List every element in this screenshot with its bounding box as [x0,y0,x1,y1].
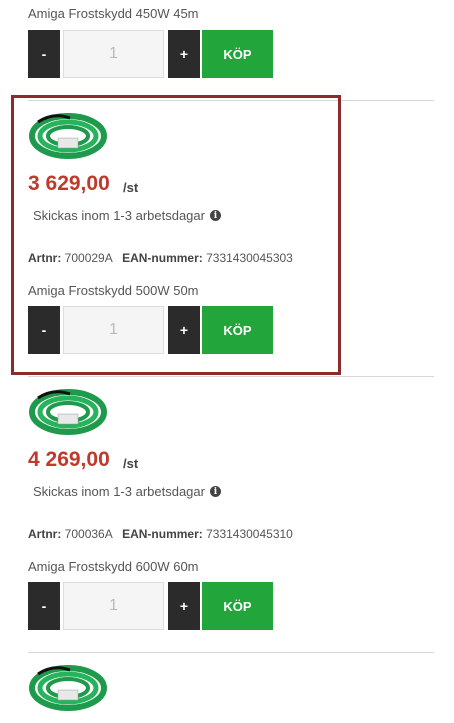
artnr-value: 700029A [64,251,113,265]
ean-value: 7331430045310 [206,527,293,541]
quantity-control: - 1 + KÖP [28,30,273,78]
increase-button[interactable]: + [168,306,200,354]
decrease-button[interactable]: - [28,306,60,354]
info-icon[interactable]: i [209,210,221,221]
ean-value: 7331430045303 [206,251,293,265]
product-price: 3 629,00 [28,172,110,195]
quantity-control: - 1 + KÖP [28,306,273,354]
decrease-button[interactable]: - [28,582,60,630]
shipping-info: Skickas inom 1-3 arbetsdagar i [33,208,221,223]
product-meta: Artnr: 700036A EAN-nummer: 7331430045310 [28,527,293,541]
artnr-value: 700036A [64,527,113,541]
price-unit: /st [123,180,139,195]
divider [28,376,434,377]
buy-button[interactable]: KÖP [202,582,273,630]
quantity-input[interactable]: 1 [63,582,164,630]
product-title: Amiga Frostskydd 600W 60m [28,559,199,574]
buy-button[interactable]: KÖP [202,306,273,354]
product-image[interactable] [28,660,108,712]
product-title: Amiga Frostskydd 450W 45m [28,6,199,21]
ean-label: EAN-nummer: [122,527,203,541]
divider [28,652,434,653]
increase-button[interactable]: + [168,582,200,630]
product-meta: Artnr: 700029A EAN-nummer: 7331430045303 [28,251,293,265]
increase-button[interactable]: + [168,30,200,78]
quantity-control: - 1 + KÖP [28,582,273,630]
product-price: 4 269,00 [28,448,110,471]
quantity-input[interactable]: 1 [63,30,164,78]
shipping-info: Skickas inom 1-3 arbetsdagar i [33,484,221,499]
product-image[interactable] [28,108,108,160]
product-title: Amiga Frostskydd 500W 50m [28,283,199,298]
artnr-label: Artnr: [28,251,62,265]
quantity-input[interactable]: 1 [63,306,164,354]
shipping-text: Skickas inom 1-3 arbetsdagar [33,208,205,223]
product-image[interactable] [28,384,108,436]
info-icon[interactable]: i [209,486,221,497]
price-unit: /st [123,456,139,471]
artnr-label: Artnr: [28,527,62,541]
shipping-text: Skickas inom 1-3 arbetsdagar [33,484,205,499]
buy-button[interactable]: KÖP [202,30,273,78]
decrease-button[interactable]: - [28,30,60,78]
ean-label: EAN-nummer: [122,251,203,265]
